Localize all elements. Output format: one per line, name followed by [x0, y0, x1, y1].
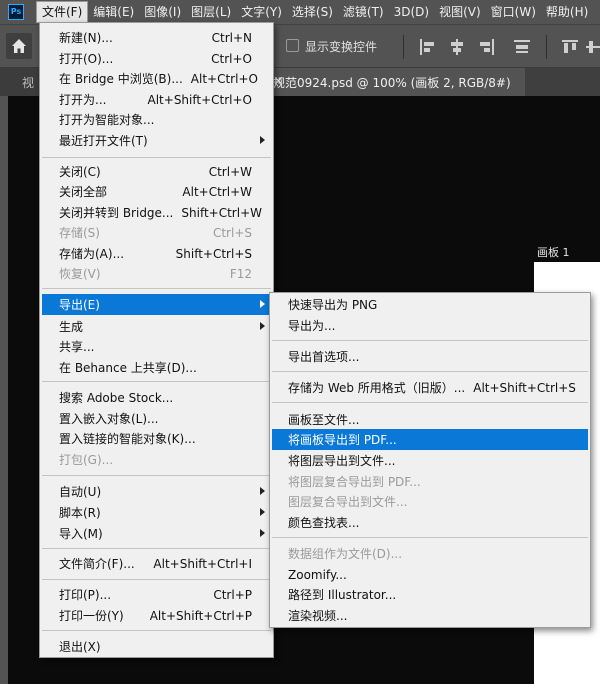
document-tab-inactive-label: 视 — [22, 76, 35, 90]
menu-bar: Ps 文件(F) 编辑(E) 图像(I) 图层(L) 文字(Y) 选择(S) 滤… — [0, 0, 600, 24]
artboard-label[interactable]: 画板 1 — [537, 244, 570, 260]
options-divider — [546, 35, 547, 59]
close-tab-icon[interactable]: × — [273, 74, 284, 89]
menu-view[interactable]: 视图(V) — [434, 1, 486, 23]
menu-item-export-as[interactable]: 导出为... — [272, 315, 588, 336]
menu-item-scripts[interactable]: 脚本(R) — [42, 502, 271, 523]
menu-item-close[interactable]: 关闭(C) Ctrl+W — [42, 161, 271, 182]
menu-item-print[interactable]: 打印(P)... Ctrl+P — [42, 584, 271, 605]
menu-item-close-and-go-to-bridge[interactable]: 关闭并转到 Bridge... Shift+Ctrl+W — [42, 202, 271, 223]
menu-type[interactable]: 文字(Y) — [236, 1, 287, 23]
menu-item-open-as-smart-object[interactable]: 打开为智能对象... — [42, 109, 271, 130]
menu-item-print-one-copy[interactable]: 打印一份(Y) Alt+Shift+Ctrl+P — [42, 605, 271, 626]
menu-separator — [272, 402, 588, 403]
menu-item-browse-in-bridge[interactable]: 在 Bridge 中浏览(B)... Alt+Ctrl+O — [42, 68, 271, 89]
menu-item-layers-to-files[interactable]: 将图层导出到文件... — [272, 450, 588, 471]
menu-separator — [42, 475, 271, 476]
submenu-arrow-icon — [260, 508, 265, 516]
menu-item-revert[interactable]: 恢复(V) F12 — [42, 263, 271, 284]
menu-item-share[interactable]: 共享... — [42, 336, 271, 357]
menu-item-search-adobe-stock[interactable]: 搜索 Adobe Stock... — [42, 387, 271, 408]
submenu-arrow-icon — [260, 487, 265, 495]
menu-item-new[interactable]: 新建(N)... Ctrl+N — [42, 27, 271, 48]
home-icon — [12, 39, 26, 53]
menu-item-place-embedded[interactable]: 置入嵌入对象(L)... — [42, 408, 271, 429]
menu-separator — [42, 630, 271, 631]
menu-item-paths-to-illustrator[interactable]: 路径到 Illustrator... — [272, 584, 588, 605]
file-menu: 新建(N)... Ctrl+N 打开(O)... Ctrl+O 在 Bridge 中… — [39, 22, 274, 658]
menu-item-open-as[interactable]: 打开为... Alt+Shift+Ctrl+O — [42, 89, 271, 110]
menu-edit[interactable]: 编辑(E) — [88, 1, 139, 23]
menu-separator — [272, 537, 588, 538]
options-divider — [403, 35, 404, 59]
menu-item-file-info[interactable]: 文件简介(F)... Alt+Shift+Ctrl+I — [42, 553, 271, 574]
menu-item-quick-export-png[interactable]: 快速导出为 PNG — [272, 294, 588, 315]
export-submenu: 快速导出为 PNG 导出为... 导出首选项... 存储为 Web 所用格式（旧… — [269, 292, 591, 628]
menu-separator — [42, 381, 271, 382]
tools-panel-edge — [0, 96, 8, 684]
submenu-arrow-icon — [260, 300, 265, 308]
menu-item-open-recent[interactable]: 最近打开文件(T) — [42, 130, 271, 151]
document-tab-active[interactable]: 规范0924.psd @ 100% (画板 2, RGB/8#) × — [265, 68, 525, 96]
menu-select[interactable]: 选择(S) — [287, 1, 338, 23]
submenu-arrow-icon — [260, 322, 265, 330]
menu-item-export-preferences[interactable]: 导出首选项... — [272, 346, 588, 367]
menu-separator — [272, 340, 588, 341]
menu-item-render-video[interactable]: 渲染视频... — [272, 605, 588, 626]
menu-item-close-all[interactable]: 关闭全部 Alt+Ctrl+W — [42, 181, 271, 202]
menu-item-share-on-behance[interactable]: 在 Behance 上共享(D)... — [42, 357, 271, 378]
align-horizontal-centers-icon[interactable] — [447, 37, 467, 57]
menu-separator — [42, 288, 271, 289]
menu-item-import[interactable]: 导入(M) — [42, 523, 271, 544]
align-left-edges-icon[interactable] — [418, 37, 438, 57]
submenu-arrow-icon — [260, 136, 265, 144]
menu-filter[interactable]: 滤镜(T) — [338, 1, 389, 23]
menu-separator — [42, 157, 271, 158]
distribute-center-icon[interactable] — [586, 37, 600, 57]
menu-item-generate[interactable]: 生成 — [42, 316, 271, 337]
menu-item-open[interactable]: 打开(O)... Ctrl+O — [42, 48, 271, 69]
menu-separator — [42, 579, 271, 580]
menu-item-layer-comps-to-files[interactable]: 图层复合导出到文件... — [272, 491, 588, 512]
menu-image[interactable]: 图像(I) — [139, 1, 186, 23]
menu-item-package[interactable]: 打包(G)... — [42, 449, 271, 470]
menu-item-save-as[interactable]: 存储为(A)... Shift+Ctrl+S — [42, 243, 271, 264]
menu-item-save-for-web-legacy[interactable]: 存储为 Web 所用格式（旧版）... Alt+Shift+Ctrl+S — [272, 377, 588, 398]
align-right-edges-icon[interactable] — [476, 37, 496, 57]
menu-3d[interactable]: 3D(D) — [389, 1, 434, 23]
menu-separator — [272, 371, 588, 372]
menu-item-place-linked[interactable]: 置入链接的智能对象(K)... — [42, 428, 271, 449]
photoshop-logo: Ps — [8, 4, 24, 20]
menu-file[interactable]: 文件(F) — [36, 1, 89, 23]
menu-item-export[interactable]: 导出(E) — [42, 294, 271, 315]
align-top-edges-icon[interactable] — [512, 37, 532, 57]
show-transform-controls-checkbox[interactable] — [286, 39, 299, 52]
menu-item-zoomify[interactable]: Zoomify... — [272, 564, 588, 585]
home-button[interactable] — [6, 33, 32, 59]
menu-separator — [42, 548, 271, 549]
menu-item-artboards-to-files[interactable]: 画板至文件... — [272, 409, 588, 430]
menu-item-data-sets-as-files[interactable]: 数据组作为文件(D)... — [272, 543, 588, 564]
menu-window[interactable]: 窗口(W) — [486, 1, 541, 23]
menu-layer[interactable]: 图层(L) — [186, 1, 236, 23]
menu-item-automate[interactable]: 自动(U) — [42, 481, 271, 502]
submenu-arrow-icon — [260, 529, 265, 537]
menu-item-color-lookup-tables[interactable]: 颜色查找表... — [272, 512, 588, 533]
menu-item-exit[interactable]: 退出(X) — [42, 636, 271, 657]
menu-item-layer-comps-to-pdf[interactable]: 将图层复合导出到 PDF... — [272, 471, 588, 492]
menu-item-save[interactable]: 存储(S) Ctrl+S — [42, 222, 271, 243]
menu-item-artboards-to-pdf[interactable]: 将画板导出到 PDF... — [272, 429, 588, 450]
menu-help[interactable]: 帮助(H) — [541, 1, 593, 23]
document-tab-title: 规范0924.psd @ 100% (画板 2, RGB/8#) — [273, 76, 511, 90]
distribute-top-icon[interactable] — [560, 37, 580, 57]
show-transform-controls-label: 显示变换控件 — [305, 40, 378, 54]
